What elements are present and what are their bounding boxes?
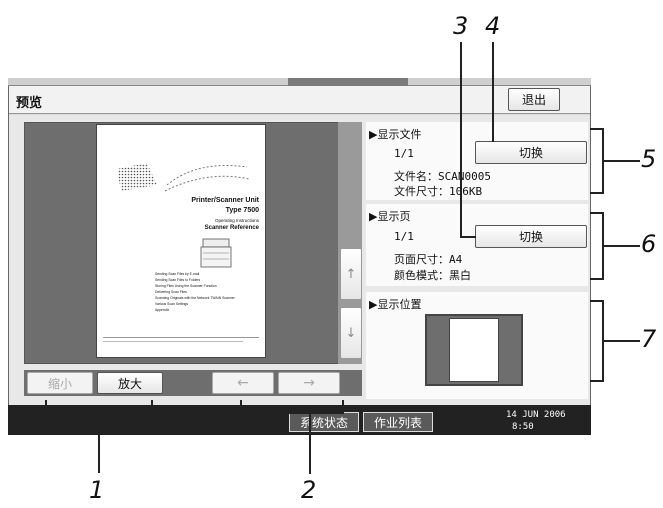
callout-7: 7 [641, 325, 657, 353]
top-strip-dark [288, 78, 408, 86]
position-panel-title: ▶显示位置 [369, 298, 422, 311]
callout-line-6 [604, 245, 640, 247]
callout-1: 1 [89, 476, 105, 504]
title-bar [9, 86, 590, 114]
doc-title-1: Printer/Scanner Unit [191, 197, 259, 204]
file-size: 文件尺寸：106KB [394, 185, 483, 198]
position-page-indicator [449, 318, 499, 382]
file-panel-title: ▶显示文件 [369, 128, 422, 141]
zoom-in-button[interactable]: 放大 [97, 372, 163, 394]
scroll-right-button[interactable]: → [278, 372, 340, 394]
callout-4: 4 [485, 12, 501, 40]
callout-bracket-1 [45, 400, 153, 418]
page-panel-title: ▶显示页 [369, 210, 411, 223]
doc-toc: Sending Scan Files by E-mail Sending Sca… [155, 271, 235, 313]
callout-bracket-2 [240, 400, 344, 414]
callout-line-3b [460, 236, 476, 238]
page-counter: 1/1 [394, 230, 414, 243]
callout-line-7 [604, 340, 640, 342]
callout-line-5 [604, 160, 640, 162]
color-mode: 颜色模式：黑白 [394, 269, 471, 282]
callout-bracket-6 [590, 212, 604, 280]
file-name: 文件名：SCAN0005 [394, 170, 491, 183]
callout-bracket-5 [590, 128, 604, 194]
callout-3: 3 [453, 12, 469, 40]
page-switch-button[interactable]: 切换 [475, 225, 587, 248]
scroll-down-button[interactable]: ↓ [340, 307, 362, 359]
doc-footer-line [103, 337, 259, 338]
callout-5: 5 [641, 145, 657, 173]
window-title: 预览 [16, 96, 43, 111]
doc-title-2: Type 7500 [225, 207, 259, 214]
doc-subtitle-2: Scanner Reference [204, 225, 259, 231]
callout-line-2 [309, 414, 311, 474]
document-graphic [117, 163, 250, 192]
doc-subtitle-1: Operating Instructions [214, 218, 259, 223]
date-text: 14 JUN 2006 [506, 410, 566, 420]
document-page: Printer/Scanner Unit Type 7500 Operating… [96, 124, 266, 358]
callout-6: 6 [641, 230, 657, 258]
printer-illustration [200, 238, 232, 268]
scroll-left-button[interactable]: ← [212, 372, 274, 394]
file-counter: 1/1 [394, 147, 414, 160]
zoom-out-button[interactable]: 缩小 [27, 372, 93, 394]
callout-line-3 [460, 42, 462, 238]
file-switch-button[interactable]: 切换 [475, 141, 587, 164]
scroll-up-button[interactable]: ↑ [340, 248, 362, 300]
doc-footer-line [103, 341, 243, 342]
callout-bracket-7 [590, 300, 604, 382]
job-list-button[interactable]: 作业列表 [363, 412, 433, 432]
callout-line-1 [98, 418, 100, 473]
callout-line-4 [492, 42, 494, 142]
exit-button[interactable]: 退出 [508, 88, 560, 111]
toc-item: Appendix [155, 308, 170, 312]
page-size: 页面尺寸：A4 [394, 253, 463, 266]
time-text: 8:50 [512, 422, 534, 432]
callout-2: 2 [301, 476, 317, 504]
system-status-button[interactable]: 系统状态 [289, 412, 359, 432]
